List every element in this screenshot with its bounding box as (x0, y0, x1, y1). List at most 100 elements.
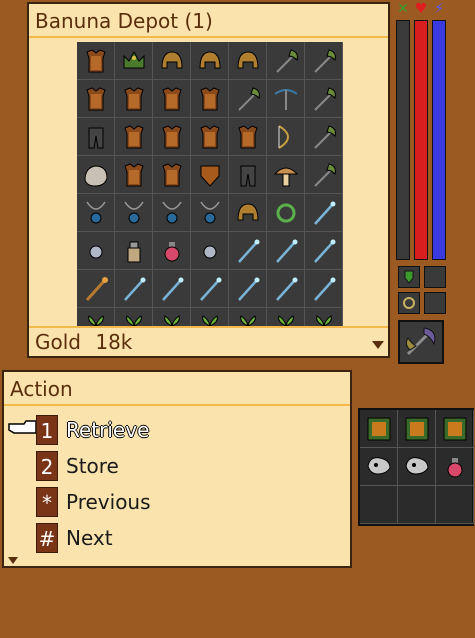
depot-slot[interactable] (267, 42, 305, 80)
depot-slot[interactable] (191, 80, 229, 118)
depot-slot[interactable] (229, 270, 267, 308)
depot-slot[interactable] (115, 156, 153, 194)
depot-slot[interactable] (115, 270, 153, 308)
depot-slot[interactable] (191, 42, 229, 80)
orb-icon (89, 245, 103, 259)
empty-slot[interactable] (424, 292, 446, 314)
depot-slot[interactable] (153, 308, 191, 326)
depot-slot[interactable] (267, 156, 305, 194)
depot-slot[interactable] (229, 80, 267, 118)
depot-slot[interactable] (77, 156, 115, 194)
menu-key: 2 (36, 451, 58, 481)
depot-slot[interactable] (77, 80, 115, 118)
depot-slot[interactable] (191, 270, 229, 308)
wand-icon (276, 239, 298, 263)
depot-slot[interactable] (267, 232, 305, 270)
backpack-container (358, 408, 474, 526)
depot-slot[interactable] (267, 118, 305, 156)
menu-key: # (36, 523, 58, 553)
depot-slot[interactable] (229, 42, 267, 80)
menu-item-label: Previous (66, 490, 151, 514)
action-title: Action (4, 372, 350, 406)
depot-slot[interactable] (229, 156, 267, 194)
depot-slot[interactable] (305, 118, 343, 156)
depot-slot[interactable] (305, 270, 343, 308)
empty-slot[interactable] (424, 266, 446, 288)
depot-slot[interactable] (191, 156, 229, 194)
depot-slot[interactable] (267, 80, 305, 118)
depot-slot[interactable] (229, 308, 267, 326)
axe-icon (314, 87, 336, 111)
wand-icon (238, 277, 260, 301)
action-scroll-down-icon[interactable] (8, 557, 18, 564)
herb-icon (240, 315, 256, 326)
depot-slot[interactable] (115, 42, 153, 80)
depot-slot[interactable] (229, 232, 267, 270)
depot-slot[interactable] (153, 232, 191, 270)
wand-icon (276, 277, 298, 301)
spellbook-icon (405, 417, 429, 441)
backpack-slot[interactable] (398, 448, 436, 486)
depot-slot[interactable] (191, 194, 229, 232)
depot-slot[interactable] (115, 232, 153, 270)
depot-slot[interactable] (77, 270, 115, 308)
depot-slot[interactable] (305, 194, 343, 232)
depot-slot[interactable] (77, 42, 115, 80)
depot-slot[interactable] (305, 308, 343, 326)
wand-icon (162, 277, 184, 301)
depot-slot[interactable] (305, 232, 343, 270)
depot-scroll-down-icon[interactable] (372, 341, 384, 349)
depot-slot[interactable] (191, 308, 229, 326)
depot-slot[interactable] (115, 308, 153, 326)
menu-item-next[interactable]: # Next (36, 522, 113, 554)
depot-slot[interactable] (153, 42, 191, 80)
gold-value: 18k (95, 330, 133, 354)
depot-slot[interactable] (267, 194, 305, 232)
backpack-slot[interactable] (360, 448, 398, 486)
axe-icon (238, 87, 260, 111)
depot-slot[interactable] (153, 156, 191, 194)
herb-icon (278, 315, 294, 326)
shield-slot[interactable] (398, 266, 420, 288)
depot-slot[interactable] (77, 308, 115, 326)
depot-footer: Gold 18k (29, 326, 388, 356)
backpack-slot[interactable] (398, 410, 436, 448)
backpack-slot[interactable] (436, 410, 474, 448)
axe-icon (405, 327, 436, 356)
depot-slot[interactable] (115, 80, 153, 118)
menu-item-retrieve[interactable]: 1 Retrieve (36, 414, 149, 446)
depot-slot[interactable] (77, 118, 115, 156)
backpack-slot[interactable] (436, 448, 474, 486)
depot-slot[interactable] (153, 270, 191, 308)
depot-slot[interactable] (305, 42, 343, 80)
depot-slot[interactable] (115, 118, 153, 156)
depot-slot[interactable] (191, 232, 229, 270)
backpack-slot[interactable] (360, 410, 398, 448)
backpack-slot[interactable] (398, 486, 436, 524)
armor-icon (200, 125, 220, 149)
depot-slot[interactable] (229, 118, 267, 156)
backpack-slot[interactable] (436, 486, 474, 524)
depot-slot[interactable] (153, 118, 191, 156)
depot-slot[interactable] (77, 232, 115, 270)
crossbow-icon (274, 89, 298, 110)
depot-slot[interactable] (153, 80, 191, 118)
menu-item-previous[interactable]: * Previous (36, 486, 151, 518)
depot-slot[interactable] (267, 270, 305, 308)
weapon-slot[interactable] (398, 320, 444, 364)
depot-slot[interactable] (229, 194, 267, 232)
menu-item-store[interactable]: 2 Store (36, 450, 119, 482)
legs-icon (88, 127, 104, 149)
depot-slot[interactable] (77, 194, 115, 232)
rock-icon (84, 165, 108, 187)
depot-slot[interactable] (305, 156, 343, 194)
ring-icon (403, 297, 415, 309)
depot-slot[interactable] (191, 118, 229, 156)
backpack-slot[interactable] (360, 486, 398, 524)
ring-slot[interactable] (398, 292, 420, 314)
depot-slot[interactable] (115, 194, 153, 232)
depot-slot[interactable] (267, 308, 305, 326)
herb-icon (316, 315, 332, 326)
depot-slot[interactable] (305, 80, 343, 118)
depot-slot[interactable] (153, 194, 191, 232)
